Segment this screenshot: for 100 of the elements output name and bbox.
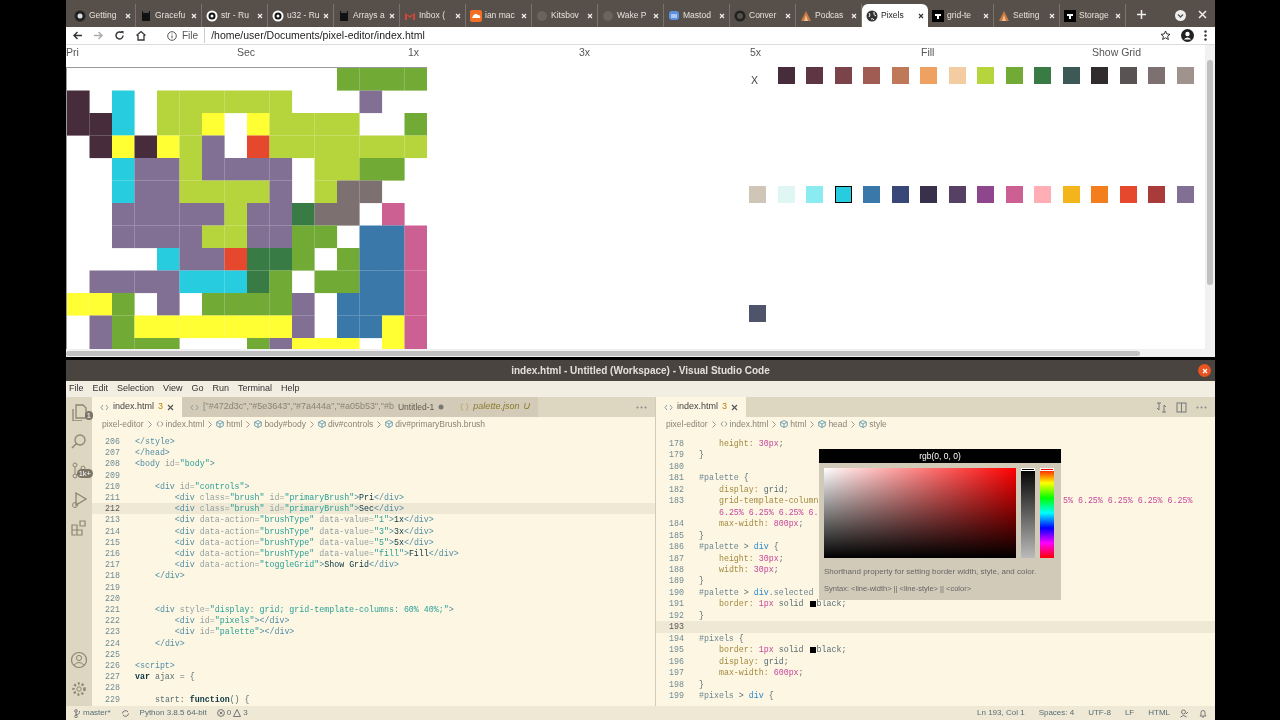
color-swatch-icon[interactable] xyxy=(809,601,816,608)
tool-option[interactable]: 1x xyxy=(408,45,420,59)
color-swatch[interactable] xyxy=(1034,186,1051,203)
color-swatch[interactable] xyxy=(1148,186,1165,203)
color-swatch[interactable] xyxy=(920,67,937,84)
saturation-picker[interactable] xyxy=(824,468,1016,558)
color-swatch[interactable] xyxy=(749,305,766,322)
vertical-scrollbar[interactable] xyxy=(1205,45,1215,349)
status-item[interactable]: HTML xyxy=(1148,707,1170,719)
color-swatch-icon[interactable] xyxy=(809,646,816,653)
home-icon[interactable] xyxy=(135,30,147,41)
compare-changes-icon[interactable] xyxy=(1156,401,1167,413)
close-button[interactable] xyxy=(1198,364,1211,377)
color-swatch[interactable] xyxy=(1062,67,1080,84)
branch-button[interactable]: master* xyxy=(74,707,111,719)
search-icon[interactable] xyxy=(70,432,88,450)
breadcrumb[interactable]: body#body xyxy=(254,417,306,431)
color-swatch[interactable] xyxy=(891,186,909,203)
browser-tab[interactable]: Pixels xyxy=(862,4,928,27)
breadcrumb[interactable]: pixel-editor xyxy=(102,417,144,431)
bookmark-star-icon[interactable] xyxy=(1160,30,1171,41)
menu-item[interactable]: Selection xyxy=(117,382,155,396)
clear-swatch-button[interactable]: X xyxy=(751,74,758,86)
bell-icon[interactable] xyxy=(1199,708,1207,718)
color-swatch[interactable] xyxy=(1062,186,1080,203)
close-icon[interactable] xyxy=(167,403,175,411)
color-swatch[interactable] xyxy=(1176,186,1194,203)
editor-tab[interactable]: index.html 3 xyxy=(656,397,747,417)
settings-icon[interactable] xyxy=(70,680,88,698)
breadcrumb[interactable]: div#controls xyxy=(318,417,374,431)
new-tab-icon[interactable] xyxy=(1136,9,1147,20)
status-item[interactable]: Spaces: 4 xyxy=(1038,707,1075,719)
color-swatch[interactable] xyxy=(834,186,852,203)
breadcrumb[interactable]: pixel-editor xyxy=(666,417,708,431)
site-info-button[interactable]: File xyxy=(167,28,206,43)
breadcrumb[interactable]: html xyxy=(216,417,243,431)
slider-thumb[interactable] xyxy=(1040,468,1054,471)
status-item[interactable]: LF xyxy=(1124,707,1135,719)
color-swatch[interactable] xyxy=(1148,67,1165,84)
menu-item[interactable]: File xyxy=(69,382,84,396)
breadcrumb[interactable]: index.html xyxy=(719,417,769,431)
status-item[interactable]: UTF-8 xyxy=(1088,707,1111,719)
menu-item[interactable]: Help xyxy=(280,382,300,396)
slider-thumb[interactable] xyxy=(1021,468,1035,471)
pixel-art-drawing[interactable] xyxy=(67,68,427,349)
problems-button[interactable]: 0 3 xyxy=(216,707,248,719)
color-swatch[interactable] xyxy=(1091,186,1108,203)
close-icon[interactable] xyxy=(731,403,739,411)
color-swatch[interactable] xyxy=(977,186,994,203)
breadcrumb[interactable]: div#primaryBrush.brush xyxy=(385,417,486,431)
menu-item[interactable]: Edit xyxy=(92,382,109,396)
tool-option[interactable]: Show Grid xyxy=(1092,45,1142,59)
color-swatch[interactable] xyxy=(806,186,823,203)
more-actions-icon[interactable] xyxy=(1196,405,1207,409)
color-swatch[interactable] xyxy=(1119,67,1137,84)
feedback-icon[interactable] xyxy=(1180,708,1189,718)
back-icon[interactable] xyxy=(72,30,83,41)
interpreter-button[interactable]: Python 3.8.5 64-bit xyxy=(139,707,207,719)
sync-icon[interactable] xyxy=(120,708,130,718)
reload-icon[interactable] xyxy=(114,30,125,41)
hue-slider[interactable] xyxy=(1040,468,1054,558)
run-icon[interactable] xyxy=(70,490,88,508)
opacity-slider[interactable] xyxy=(1021,468,1035,558)
breadcrumb[interactable]: html xyxy=(780,417,807,431)
tool-option[interactable]: 3x xyxy=(579,45,591,59)
color-swatch[interactable] xyxy=(834,67,852,84)
menu-item[interactable]: Run xyxy=(212,382,229,396)
split-editor-icon[interactable] xyxy=(1176,401,1187,413)
close-icon[interactable] xyxy=(918,12,924,19)
tool-option[interactable]: Fill xyxy=(921,45,935,59)
breadcrumb[interactable]: index.html xyxy=(155,417,205,431)
color-swatch[interactable] xyxy=(1005,67,1023,84)
color-swatch[interactable] xyxy=(749,186,766,203)
color-swatch[interactable] xyxy=(806,67,823,84)
color-swatch[interactable] xyxy=(777,67,795,84)
tool-option[interactable]: Pri xyxy=(66,45,79,59)
color-swatch[interactable] xyxy=(891,67,909,84)
color-swatch[interactable] xyxy=(777,186,795,203)
menu-item[interactable]: Go xyxy=(191,382,204,396)
color-swatch[interactable] xyxy=(920,186,937,203)
status-item[interactable]: Ln 193, Col 1 xyxy=(977,707,1025,719)
menu-item[interactable]: Terminal xyxy=(237,382,272,396)
color-swatch[interactable] xyxy=(1119,186,1137,203)
breadcrumb[interactable]: head xyxy=(818,417,848,431)
horizontal-scrollbar[interactable] xyxy=(66,349,1215,357)
color-swatch[interactable] xyxy=(1005,186,1023,203)
color-format-button[interactable]: rgb(0, 0, 0) xyxy=(819,449,1061,463)
editor-tab[interactable]: index.html 3 xyxy=(92,397,183,417)
color-swatch[interactable] xyxy=(1034,67,1051,84)
menu-item[interactable]: View xyxy=(163,382,183,396)
account-icon[interactable] xyxy=(70,651,88,669)
address-field[interactable]: /home/user/Documents/pixel-editor/index.html xyxy=(211,27,425,44)
color-swatch[interactable] xyxy=(948,186,966,203)
editor-tab[interactable]: ["#472d3c","#5e3643","#7a444a","#a05b53","#b Untitled-1 xyxy=(182,397,453,417)
color-swatch[interactable] xyxy=(1176,67,1194,84)
color-swatch[interactable] xyxy=(863,67,880,84)
dropdown-icon[interactable] xyxy=(1175,10,1186,21)
color-swatch[interactable] xyxy=(863,186,880,203)
menu-icon[interactable] xyxy=(1204,30,1207,41)
profile-icon[interactable] xyxy=(1181,29,1194,42)
